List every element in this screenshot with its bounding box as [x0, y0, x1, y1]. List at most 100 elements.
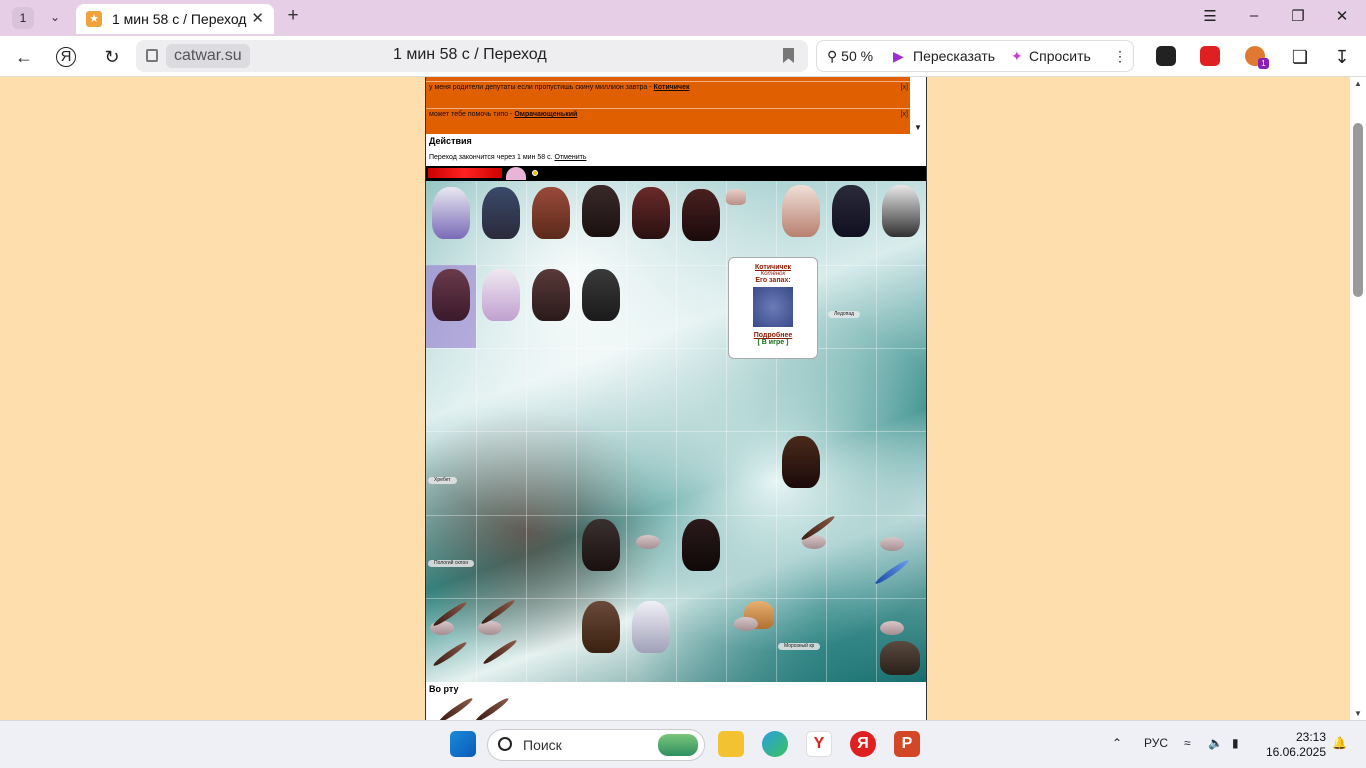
- chat-message-text: может тебе помочь типо -: [429, 111, 515, 118]
- address-bar[interactable]: catwar.su 1 мин 58 с / Переход: [136, 40, 808, 72]
- grid-line: [426, 515, 926, 516]
- cat-sprite[interactable]: [582, 601, 620, 653]
- collections-icon[interactable]: ❏: [1288, 45, 1312, 69]
- powerpoint-icon[interactable]: P: [894, 731, 920, 757]
- popup-smell-label: Его запах:: [755, 277, 791, 284]
- yandex-home-icon[interactable]: Я: [56, 47, 76, 67]
- yandex-browser-icon[interactable]: Y: [806, 731, 832, 757]
- cat-sprite[interactable]: [582, 185, 620, 237]
- popup-more-link[interactable]: Подробнее: [729, 332, 817, 339]
- stone-item[interactable]: [734, 617, 758, 631]
- show-hidden-icons-icon[interactable]: ⌃: [1112, 736, 1122, 750]
- grid-line: [426, 348, 926, 349]
- zoom-button[interactable]: ⚲ 50 %: [827, 48, 873, 65]
- cat-sprite[interactable]: [882, 185, 920, 237]
- feather-item[interactable]: [873, 558, 911, 586]
- cat-sprite[interactable]: [532, 187, 570, 239]
- bookmark-icon[interactable]: [783, 48, 794, 63]
- battery-icon[interactable]: ▮: [1232, 736, 1239, 750]
- cat-sprite[interactable]: [682, 519, 720, 571]
- actions-heading: Действия: [429, 136, 472, 146]
- zoom-level: 50 %: [841, 48, 874, 64]
- location-morozny[interactable]: Морозный кр: [778, 643, 821, 650]
- kitten-sprite[interactable]: [726, 189, 746, 205]
- system-clock[interactable]: 23:13 16.06.2025: [1262, 730, 1326, 760]
- chat-message-text: у меня родители депутаты если пропустишь…: [429, 84, 654, 91]
- cat-sprite[interactable]: [832, 185, 870, 237]
- restore-icon[interactable]: ❐: [1288, 7, 1308, 25]
- more-menu-icon[interactable]: ⋮: [1113, 48, 1127, 65]
- game-column: у меня родители депутаты если пропустишь…: [425, 77, 927, 720]
- tab-title: 1 мин 58 с / Переход: [112, 11, 247, 27]
- cat-sprite[interactable]: [880, 641, 920, 675]
- extension-red-icon[interactable]: [1200, 46, 1220, 66]
- close-tab-icon[interactable]: ✕: [251, 9, 264, 27]
- notifications-icon[interactable]: 🔔: [1332, 736, 1347, 750]
- ask-icon: ✦: [1011, 48, 1023, 64]
- cancel-transition-link[interactable]: Отменить: [555, 154, 587, 161]
- cat-sprite[interactable]: [682, 189, 720, 241]
- download-icon[interactable]: ↧: [1330, 45, 1354, 69]
- cat-sprite[interactable]: [782, 185, 820, 237]
- edge-icon[interactable]: [762, 731, 788, 757]
- feather-item[interactable]: [481, 638, 519, 666]
- volume-muted-icon[interactable]: 🔈: [1208, 736, 1223, 750]
- grid-line: [426, 265, 926, 266]
- cat-sprite[interactable]: [632, 187, 670, 239]
- minimize-icon[interactable]: –: [1244, 7, 1264, 24]
- scroll-down-icon[interactable]: ▼: [1354, 709, 1362, 718]
- alice-avatar-icon[interactable]: 1: [1245, 46, 1269, 69]
- mouth-feather-item[interactable]: [473, 696, 511, 720]
- location-pologiy[interactable]: Пологий склон: [428, 560, 475, 567]
- cat-sprite[interactable]: [532, 269, 570, 321]
- tab-count-button[interactable]: 1: [12, 7, 34, 29]
- taskbar-search[interactable]: Поиск: [487, 729, 705, 761]
- new-tab-icon[interactable]: +: [282, 6, 304, 28]
- cat-sprite[interactable]: [632, 601, 670, 653]
- wifi-icon[interactable]: ≈: [1184, 736, 1191, 750]
- stone-item[interactable]: [880, 537, 904, 551]
- input-language[interactable]: РУС: [1144, 736, 1168, 750]
- scroll-up-icon[interactable]: ▲: [1354, 79, 1362, 88]
- stone-item[interactable]: [636, 535, 660, 549]
- mouth-feather-item[interactable]: [437, 696, 475, 720]
- cat-sprite[interactable]: [482, 269, 520, 321]
- scroll-down-icon[interactable]: ▼: [914, 123, 922, 132]
- cat-sprite[interactable]: [582, 269, 620, 321]
- file-explorer-icon[interactable]: [718, 731, 744, 757]
- chat-author-link[interactable]: Омрачающенький: [514, 111, 577, 118]
- scrollbar-thumb[interactable]: [1353, 123, 1363, 297]
- yandex-icon[interactable]: Я: [850, 731, 876, 757]
- location-hrebet[interactable]: Хребет: [428, 477, 457, 484]
- chat-message-badge[interactable]: [x]: [901, 84, 908, 91]
- extension-glasses-icon[interactable]: [1156, 46, 1176, 66]
- chat-message-badge[interactable]: [x]: [901, 111, 908, 118]
- active-tab[interactable]: ★ 1 мин 58 с / Переход ✕: [76, 4, 274, 34]
- url-domain[interactable]: catwar.su: [166, 44, 250, 68]
- ask-button[interactable]: Спросить: [1029, 48, 1091, 64]
- menu-icon[interactable]: ☰: [1200, 7, 1220, 25]
- cat-sprite[interactable]: [582, 519, 620, 571]
- windows-start-icon[interactable]: [450, 731, 476, 757]
- reload-icon[interactable]: ↻: [100, 45, 124, 69]
- popup-cat-name[interactable]: Котичичек: [729, 264, 817, 271]
- feather-item[interactable]: [431, 640, 469, 668]
- search-highlight-icon: [658, 734, 698, 756]
- close-window-icon[interactable]: ✕: [1332, 7, 1352, 25]
- chat-author-link[interactable]: Котичичек: [654, 84, 690, 91]
- game-field[interactable]: Ледопад Хребет Пологий склон Морозный кр…: [426, 181, 926, 682]
- location-ledopad[interactable]: Ледопад: [828, 311, 861, 318]
- feather-item[interactable]: [479, 598, 517, 626]
- cat-sprite[interactable]: [782, 436, 820, 488]
- back-icon[interactable]: ←: [12, 45, 36, 69]
- stone-item[interactable]: [880, 621, 904, 635]
- chevron-down-icon[interactable]: ⌄: [44, 6, 66, 28]
- page-viewport: у меня родители депутаты если пропустишь…: [0, 77, 1350, 720]
- chat-scrollbar[interactable]: ▼: [910, 77, 926, 134]
- retell-button[interactable]: Пересказать: [913, 48, 995, 64]
- cat-sprite[interactable]: [432, 269, 470, 321]
- page-scrollbar[interactable]: ▲ ▼: [1350, 77, 1366, 720]
- browser-toolbar: ← Я ↻ catwar.su 1 мин 58 с / Переход ⚲ 5…: [0, 36, 1366, 77]
- cat-sprite[interactable]: [482, 187, 520, 239]
- cat-sprite[interactable]: [432, 187, 470, 239]
